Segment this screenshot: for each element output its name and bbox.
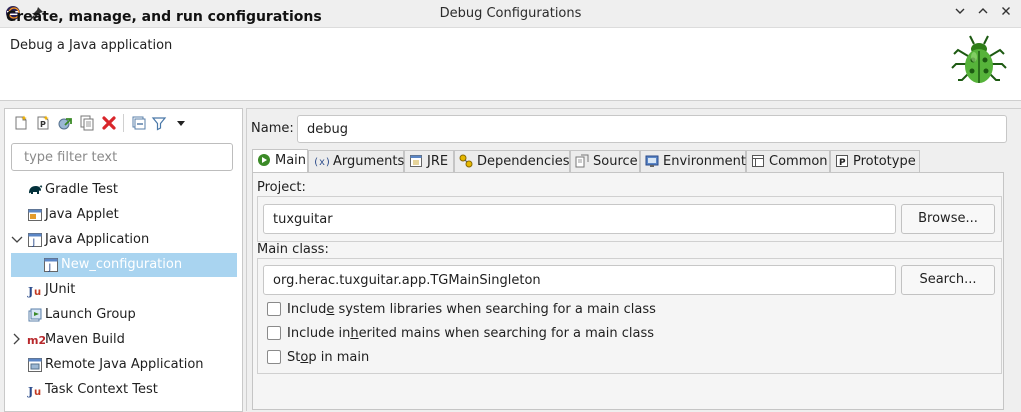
- tree-item-maven-build[interactable]: m2 Maven Build: [5, 328, 241, 352]
- tab-common[interactable]: Common: [746, 150, 830, 172]
- tab-label: Arguments: [333, 154, 405, 169]
- name-label: Name:: [251, 121, 294, 136]
- checkbox-label: Stop in main: [287, 350, 370, 365]
- svg-text:J: J: [48, 263, 52, 273]
- svg-text:J: J: [32, 238, 36, 248]
- include-system-libraries-checkbox[interactable]: Include system libraries when searching …: [267, 301, 667, 319]
- junit-icon: Ju: [27, 382, 43, 398]
- tree-item-java-application[interactable]: J Java Application: [5, 228, 241, 252]
- checkbox-box[interactable]: [267, 302, 281, 316]
- prototype-icon: P: [835, 154, 849, 168]
- checkbox-label: Include inherited mains when searching f…: [287, 326, 655, 341]
- tree-item-label: Gradle Test: [45, 182, 118, 197]
- tab-source[interactable]: Source: [570, 150, 640, 172]
- junit-icon: Ju: [27, 282, 43, 298]
- project-input[interactable]: [263, 204, 896, 234]
- main-tab-icon: [257, 153, 271, 167]
- search-button-label: Search...: [919, 272, 977, 287]
- svg-text:m2: m2: [27, 334, 45, 347]
- export-icon[interactable]: [57, 115, 73, 131]
- tab-label: Common: [769, 154, 828, 169]
- filter-input[interactable]: [11, 143, 233, 171]
- view-menu-icon[interactable]: [173, 115, 189, 131]
- tree-item-task-context-test[interactable]: Ju Task Context Test: [5, 378, 241, 402]
- main-class-input[interactable]: [263, 265, 896, 295]
- arguments-icon: (x)=: [313, 154, 337, 168]
- java-application-icon: J: [43, 257, 59, 273]
- toolbar-separator: [123, 114, 124, 132]
- close-icon[interactable]: [997, 4, 1015, 22]
- remote-java-icon: [27, 357, 43, 373]
- environment-icon: [645, 154, 659, 168]
- tab-dependencies[interactable]: Dependencies: [454, 150, 570, 172]
- tree-item-label: New_configuration: [61, 257, 183, 272]
- maven-icon: m2: [27, 332, 46, 348]
- checkbox-label: Include system libraries when searching …: [287, 302, 656, 317]
- source-icon: [575, 154, 589, 168]
- svg-text:u: u: [34, 387, 41, 398]
- project-label: Project:: [257, 180, 306, 195]
- checkbox-box[interactable]: [267, 326, 281, 340]
- tab-environment[interactable]: Environment: [640, 150, 746, 172]
- header-subtitle: Debug a Java application: [10, 38, 173, 53]
- java-application-icon: J: [27, 232, 43, 248]
- chevron-down-icon[interactable]: [11, 231, 23, 247]
- svg-text:J: J: [27, 385, 33, 398]
- tree-item-label: Task Context Test: [45, 382, 158, 397]
- tree-item-junit[interactable]: Ju JUnit: [5, 278, 241, 302]
- svg-text:(x)=: (x)=: [313, 157, 331, 168]
- tab-label: Environment: [663, 154, 747, 169]
- svg-text:P: P: [839, 158, 846, 168]
- jre-icon: [409, 154, 423, 168]
- delete-icon[interactable]: [101, 115, 117, 131]
- maximize-icon[interactable]: [974, 4, 992, 22]
- launch-group-icon: [27, 307, 43, 323]
- tree-item-label: Java Application: [45, 232, 150, 247]
- gradle-icon: [27, 182, 43, 198]
- debug-bug-icon: [948, 30, 1010, 92]
- new-prototype-icon[interactable]: P: [35, 115, 51, 131]
- chevron-right-icon[interactable]: [11, 331, 23, 347]
- java-applet-icon: [27, 207, 43, 223]
- tab-label: JRE: [427, 154, 449, 169]
- dependencies-icon: [459, 154, 473, 168]
- header-title: Create, manage, and run configurations: [6, 9, 322, 25]
- tree-item-new-configuration[interactable]: J New_configuration: [11, 253, 237, 277]
- tab-jre[interactable]: JRE: [404, 150, 454, 172]
- tree-item-gradle-test[interactable]: Gradle Test: [5, 178, 241, 202]
- browse-button-label: Browse...: [918, 211, 978, 226]
- tree-item-label: Remote Java Application: [45, 357, 204, 372]
- svg-text:P: P: [40, 120, 46, 129]
- search-button[interactable]: Search...: [901, 265, 995, 295]
- tab-label: Prototype: [853, 154, 916, 169]
- tree-item-launch-group[interactable]: Launch Group: [5, 303, 241, 327]
- minimize-icon[interactable]: [951, 4, 969, 22]
- main-class-label: Main class:: [257, 242, 329, 257]
- name-input[interactable]: [297, 115, 1007, 143]
- common-icon: [751, 154, 765, 168]
- include-inherited-mains-checkbox[interactable]: Include inherited mains when searching f…: [267, 325, 667, 343]
- tab-main[interactable]: Main: [252, 149, 308, 173]
- tree-item-java-applet[interactable]: Java Applet: [5, 203, 241, 227]
- collapse-all-icon[interactable]: [131, 115, 147, 131]
- browse-button[interactable]: Browse...: [901, 204, 995, 234]
- checkbox-box[interactable]: [267, 350, 281, 364]
- tab-label: Main: [275, 153, 307, 168]
- svg-text:J: J: [27, 285, 33, 298]
- tree-item-label: Java Applet: [45, 207, 119, 222]
- filter-icon[interactable]: [151, 115, 167, 131]
- tree-item-label: JUnit: [45, 282, 76, 297]
- stop-in-main-checkbox[interactable]: Stop in main: [267, 349, 467, 367]
- duplicate-icon[interactable]: [79, 115, 95, 131]
- new-configuration-icon[interactable]: [13, 115, 29, 131]
- tab-label: Source: [593, 154, 638, 169]
- configuration-list-panel: P Gradle Test Java Applet J: [4, 108, 243, 412]
- tab-label: Dependencies: [477, 154, 570, 169]
- tree-item-remote-java-application[interactable]: Remote Java Application: [5, 353, 241, 377]
- tree-item-label: Maven Build: [45, 332, 125, 347]
- tab-prototype[interactable]: P Prototype: [830, 150, 920, 172]
- tab-arguments[interactable]: (x)= Arguments: [308, 150, 404, 172]
- tree-item-label: Launch Group: [45, 307, 136, 322]
- svg-text:u: u: [34, 287, 41, 298]
